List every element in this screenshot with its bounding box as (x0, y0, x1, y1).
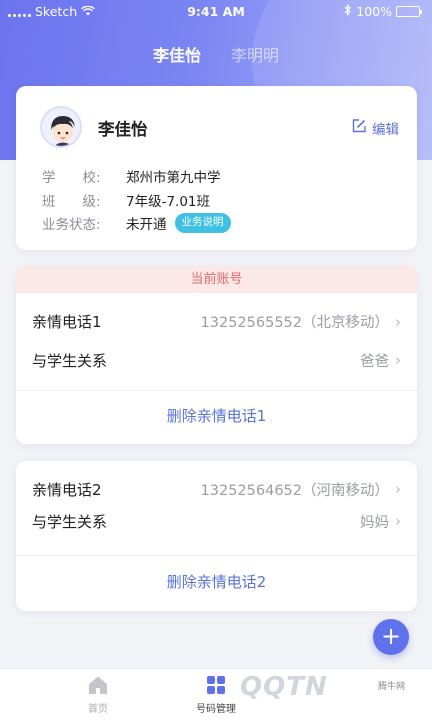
status-value: 未开通 (126, 217, 167, 233)
watermark-logo: QQTN (240, 672, 328, 702)
phone-label-1: 亲情电话1 (32, 313, 102, 331)
school-value: 郑州市第九中学 (126, 170, 221, 186)
current-account-banner: 当前账号 (16, 266, 417, 293)
class-row: 班 级: 7年级-7.01班 (42, 190, 210, 210)
class-value: 7年级-7.01班 (126, 194, 211, 210)
phone-value-2: 13252564652（河南移动） (200, 482, 389, 499)
relation-value-1: 爸爸 (360, 353, 389, 370)
bottom-nav: 首页 号码管理 (0, 668, 432, 720)
battery-percent: 100% (356, 4, 392, 19)
phone-value-1: 13252565552（北京移动） (200, 315, 389, 331)
battery-icon (396, 6, 422, 17)
service-info-badge[interactable]: 业务说明 (174, 213, 231, 233)
student-tabs: 李佳怡 李明明 (0, 42, 432, 66)
relation-row-2[interactable]: 与学生关系 妈妈 › (16, 509, 417, 533)
relation-label-2: 与学生关系 (32, 512, 108, 531)
phone-label-2: 亲情电话2 (32, 480, 102, 499)
status-label: 业务状态: (42, 217, 101, 233)
chevron-right-icon: › (395, 351, 401, 369)
family-phone-card-2: 亲情电话2 13252564652（河南移动） › 与学生关系 妈妈 › 删除亲… (16, 461, 417, 611)
chevron-right-icon: › (395, 512, 401, 530)
add-phone-button[interactable]: + (373, 619, 409, 655)
edit-icon (351, 118, 367, 138)
avatar (40, 106, 82, 148)
divider (16, 555, 417, 556)
relation-value-2: 妈妈 (360, 514, 389, 531)
divider (16, 390, 417, 391)
edit-label: 编辑 (372, 122, 399, 138)
status-row: 业务状态: 未开通 业务说明 (42, 213, 231, 233)
status-bar: Sketch 9:41 AM 100% (0, 0, 432, 24)
nav-home[interactable]: 首页 (58, 675, 138, 715)
home-icon (87, 676, 109, 698)
profile-card: 李佳怡 编辑 学 校: 郑州市第九中学 班 级: 7年级-7.01班 业务状态:… (16, 86, 417, 250)
delete-phone-1-button[interactable]: 删除亲情电话1 (16, 405, 417, 426)
chevron-right-icon: › (395, 312, 401, 331)
edit-button[interactable]: 编辑 (351, 118, 399, 138)
watermark-subtext: 腾牛网 (378, 682, 406, 692)
nav-number-management-label: 号码管理 (196, 704, 236, 715)
bluetooth-icon (344, 4, 352, 19)
family-phone-card-1: 当前账号 亲情电话1 13252565552（北京移动） › 与学生关系 爸爸 … (16, 266, 417, 444)
grid-icon (206, 676, 226, 698)
chevron-right-icon: › (395, 480, 401, 498)
relation-row-1[interactable]: 与学生关系 爸爸 › (16, 346, 417, 374)
school-label: 学 校: (42, 170, 101, 186)
delete-phone-2-button[interactable]: 删除亲情电话2 (16, 571, 417, 592)
class-label: 班 级: (42, 194, 101, 210)
nav-home-label: 首页 (88, 704, 108, 715)
relation-label-1: 与学生关系 (32, 351, 108, 370)
tab-student-2[interactable]: 李明明 (231, 42, 279, 66)
student-name: 李佳怡 (98, 120, 148, 139)
phone-row-1[interactable]: 亲情电话1 13252565552（北京移动） › (16, 293, 417, 350)
school-row: 学 校: 郑州市第九中学 (42, 166, 221, 186)
tab-student-1[interactable]: 李佳怡 (153, 42, 201, 66)
